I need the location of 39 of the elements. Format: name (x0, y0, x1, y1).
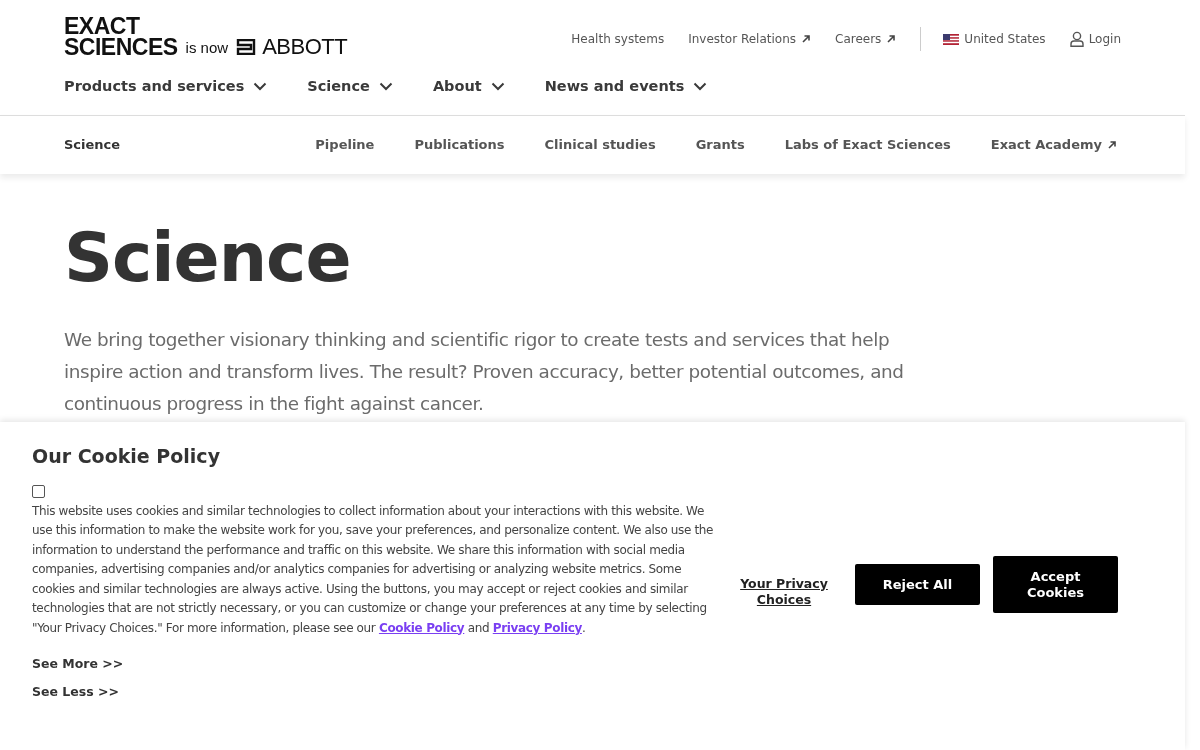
region-selector[interactable]: United States (943, 30, 1046, 48)
logo-wordmark: ABBOTT (262, 38, 348, 56)
intro-paragraph: We bring together visionary thinking and scientific rigor to create tests and services that help inspire action and transform lives. The result? Proven accuracy, better potential outcomes, and continuous progress in the fight against cancer. (64, 328, 905, 416)
privacy-choices-link[interactable]: Your Privacy Choices (734, 576, 834, 608)
external-link-icon (1107, 140, 1117, 150)
chevron-down-icon (490, 82, 505, 91)
subnav-link[interactable]: Publications (414, 135, 505, 155)
nav-menu-item[interactable]: About (432, 75, 505, 98)
logo-text: is now (185, 40, 229, 56)
see-less-link[interactable]: See Less >> (32, 682, 714, 702)
banner-title: Our Cookie Policy (32, 444, 221, 469)
subnav-link[interactable]: Pipeline (315, 135, 375, 155)
login-link[interactable]: Login (1069, 30, 1121, 48)
nav-menu-item[interactable]: Science (307, 75, 393, 98)
privacy-policy-link[interactable]: Privacy Policy (492, 620, 582, 635)
page-title: Science (64, 224, 352, 292)
subnav-link[interactable]: Labs of Exact Sciences (784, 135, 951, 155)
checkbox[interactable] (32, 484, 45, 498)
subnav-link[interactable]: Grants (695, 135, 745, 155)
chevron-down-icon (693, 82, 708, 91)
nav-menu-item[interactable]: News and events (544, 75, 708, 98)
accept-cookies-button[interactable]: Accept Cookies (993, 556, 1118, 613)
see-more-link[interactable]: See More >> (32, 655, 714, 674)
cookie-policy-link[interactable]: Cookie Policy (378, 620, 465, 635)
cookie-notice-text: This website uses cookies and similar technologies to collect information about your interactions with this website. We use this information to make the website work for you, save your preferences, and personalize content. We also use the information to understand the performance and traffic on this website. We share this information with social media companies, advertising companies and/or analytics companies for advertising or analyzing website metrics. Some cookies and similar technologies are always active. Using the buttons, you may accept or reject cookies and similar technologies that are not strictly necessary, or you can customize or change your preferences at any time by selecting "Your Privacy Choices." For more information, please see our Cookie Policy and Privacy Policy. (32, 502, 714, 637)
nav-menu-item[interactable]: Products and services (64, 75, 268, 98)
utility-link[interactable]: Investor Relations (688, 30, 811, 48)
external-link-icon (886, 34, 897, 44)
utility-link[interactable]: Health systems (571, 30, 665, 48)
section-title: Science (64, 136, 121, 155)
external-link-icon (801, 34, 811, 44)
us-flag-icon (943, 33, 960, 45)
subnav-link[interactable]: Exact Academy (990, 135, 1117, 155)
reject-all-button[interactable]: Reject All (855, 564, 980, 605)
utility-link[interactable]: Careers (835, 30, 897, 48)
user-icon (1069, 31, 1084, 47)
chevron-down-icon (253, 82, 268, 91)
subnav-link[interactable]: Clinical studies (544, 135, 656, 155)
chevron-down-icon (378, 82, 393, 91)
